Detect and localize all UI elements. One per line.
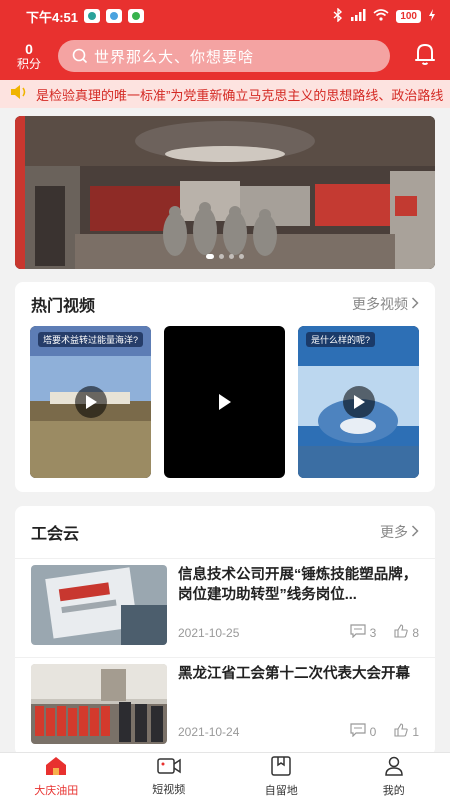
tab-garden[interactable]: 自留地 — [225, 753, 338, 800]
section-header: 工会云 更多 — [15, 506, 435, 558]
tab-short-video[interactable]: 短视频 — [113, 753, 226, 800]
news-title: 信息技术公司开展“锤炼技能塑品牌，岗位建功助转型”线务岗位... — [178, 567, 418, 603]
news-date: 2021-10-25 — [178, 625, 240, 640]
more-label: 更多 — [380, 524, 408, 540]
bottom-tab-bar: 大庆油田 短视频 自留地 我的 — [0, 752, 450, 800]
more-news-link[interactable]: 更多 — [380, 522, 419, 542]
video-caption: 塔要术益转过能量海洋? — [38, 332, 144, 347]
more-label: 更多视频 — [352, 296, 408, 312]
news-stats: 3 8 — [350, 624, 419, 641]
carousel-dot[interactable] — [206, 254, 214, 259]
news-stats: 0 1 — [350, 723, 419, 740]
news-item[interactable]: 黑龙江省工会第十二次代表大会开幕 2021-10-24 0 1 — [15, 657, 435, 756]
bluetooth-icon — [333, 6, 343, 25]
tab-home[interactable]: 大庆油田 — [0, 753, 113, 800]
news-thumbnail — [31, 565, 167, 645]
tab-label: 我的 — [382, 784, 405, 797]
comment-count: 0 — [369, 724, 377, 739]
video-caption: 是什么样的呢? — [306, 332, 376, 347]
section-title: 工会云 — [31, 526, 80, 543]
carousel-indicators — [15, 254, 435, 259]
video-card[interactable]: 塔要术益转过能量海洋? — [30, 326, 151, 478]
news-item[interactable]: 信息技术公司开展“锤炼技能塑品牌，岗位建功助转型”线务岗位... 2021-10… — [15, 558, 435, 657]
chat-notification-icon — [128, 9, 145, 23]
app-notification-icon — [84, 9, 101, 23]
video-card[interactable] — [164, 326, 285, 478]
banner-image — [15, 116, 435, 269]
status-time: 下午4:51 — [26, 9, 79, 25]
chevron-right-icon — [411, 524, 419, 540]
thumbs-up-icon[interactable] — [394, 723, 409, 740]
union-cloud-section: 工会云 更多 信息技术公司开展“锤炼技能塑品牌，岗位建功助转型”线务岗位... … — [15, 506, 435, 756]
news-body: 黑龙江省工会第十二次代表大会开幕 2021-10-24 0 1 — [178, 664, 419, 744]
news-thumbnail — [31, 664, 167, 744]
play-icon[interactable] — [74, 386, 107, 418]
search-input[interactable]: 世界那么大、你想要啥 — [58, 40, 390, 72]
carousel-dot[interactable] — [229, 254, 234, 259]
charging-icon — [428, 8, 436, 24]
points-counter[interactable]: 0 积分 — [12, 41, 46, 71]
section-header: 热门视频 更多视频 — [15, 282, 435, 326]
chevron-right-icon — [411, 296, 419, 312]
news-title: 黑龙江省工会第十二次代表大会开幕 — [178, 666, 410, 682]
more-videos-link[interactable]: 更多视频 — [352, 294, 419, 314]
news-body: 信息技术公司开展“锤炼技能塑品牌，岗位建功助转型”线务岗位... 2021-10… — [178, 565, 419, 645]
bell-icon[interactable] — [414, 42, 436, 71]
tab-label: 大庆油田 — [34, 784, 79, 797]
search-icon — [72, 48, 88, 64]
top-header: 0 积分 世界那么大、你想要啥 — [0, 32, 450, 80]
points-value: 0 — [25, 41, 33, 57]
like-count: 8 — [412, 625, 419, 640]
carousel-dot[interactable] — [219, 254, 224, 259]
speaker-icon — [10, 84, 28, 105]
news-meta: 2021-10-24 0 1 — [178, 723, 419, 740]
person-icon — [384, 756, 404, 779]
game-notification-icon — [106, 9, 123, 23]
status-bar: 下午4:51 100 — [0, 0, 450, 32]
video-list: 塔要术益转过能量海洋? 是什么样的呢? — [15, 326, 435, 478]
video-card[interactable]: 是什么样的呢? — [298, 326, 419, 478]
hot-videos-section: 热门视频 更多视频 塔要术益转过能量海洋? 是什么样的呢? — [15, 282, 435, 492]
like-count: 1 — [412, 724, 419, 739]
ticker-text: 是检验真理的唯一标准”为党重新确立马克思主义的思想路线、政治路线 — [36, 87, 444, 103]
section-title: 热门视频 — [31, 298, 96, 315]
status-indicators: 100 — [333, 6, 436, 25]
tab-label: 短视频 — [152, 783, 186, 796]
video-camera-icon — [157, 757, 181, 778]
carousel-dot[interactable] — [239, 254, 244, 259]
announcement-ticker[interactable]: 是检验真理的唯一标准”为党重新确立马克思主义的思想路线、政治路线 — [0, 80, 450, 108]
tab-label: 自留地 — [264, 784, 298, 797]
news-meta: 2021-10-25 3 8 — [178, 624, 419, 641]
news-date: 2021-10-24 — [178, 724, 240, 739]
search-placeholder: 世界那么大、你想要啥 — [94, 48, 255, 66]
play-icon[interactable] — [218, 393, 232, 416]
comment-icon[interactable] — [350, 723, 366, 740]
thumbs-up-icon[interactable] — [394, 624, 409, 641]
signal-icon — [350, 8, 366, 24]
home-icon — [45, 756, 67, 779]
battery-indicator: 100 — [396, 9, 421, 23]
comment-icon[interactable] — [350, 624, 366, 641]
wifi-icon — [373, 8, 389, 24]
banner-carousel[interactable] — [15, 116, 435, 269]
comment-count: 3 — [369, 625, 377, 640]
tab-mine[interactable]: 我的 — [338, 753, 450, 800]
play-icon[interactable] — [342, 386, 375, 418]
bookmark-box-icon — [271, 755, 291, 779]
points-label: 积分 — [16, 57, 41, 71]
